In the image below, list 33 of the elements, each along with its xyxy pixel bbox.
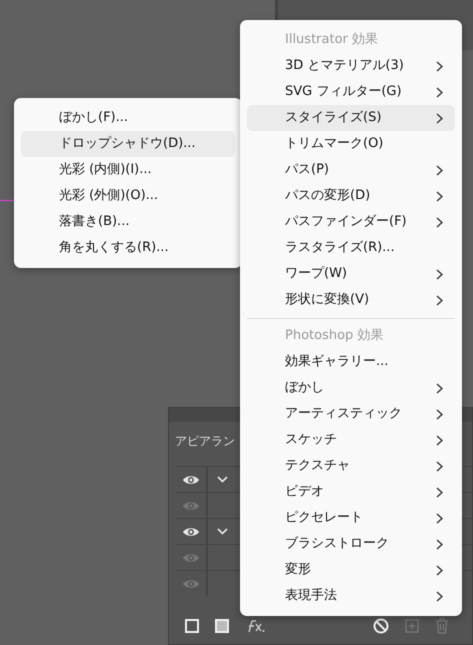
menu-item[interactable]: パスファインダー(F) [247, 209, 455, 235]
menu-item[interactable]: 効果ギャラリー... [247, 349, 455, 375]
menu-item[interactable]: ピクセレート [247, 505, 455, 531]
menu-item[interactable]: アーティスティック [247, 401, 455, 427]
menu-item[interactable]: 光彩 (内側)(I)... [21, 157, 235, 183]
menu-item[interactable]: ブラシストローク [247, 531, 455, 557]
menu-item[interactable]: 変形 [247, 557, 455, 583]
chevron-down-icon[interactable] [216, 528, 228, 535]
prohibited-icon[interactable] [373, 618, 389, 634]
menu-item[interactable]: スタイライズ(S) [247, 105, 455, 131]
chevron-down-icon[interactable] [216, 476, 228, 483]
menu-item[interactable]: 角を丸くする(R)... [21, 235, 235, 261]
menu-item[interactable]: 表現手法 [247, 583, 455, 609]
menu-item[interactable]: 落書き(B)... [21, 209, 235, 235]
menu-item[interactable]: 形状に変換(V) [247, 287, 455, 313]
menu-item[interactable]: 光彩 (外側)(O)... [21, 183, 235, 209]
menu-item[interactable]: ワープ(W) [247, 261, 455, 287]
menu-item[interactable]: スケッチ [247, 427, 455, 453]
panel-title: アピアラン [175, 434, 235, 448]
menu-section-header: Photoshop 効果 [284, 327, 384, 346]
menu-section-header: Illustrator 効果 [284, 31, 380, 50]
menu-item[interactable]: ぼかし(F)... [21, 105, 235, 131]
menu-item[interactable]: パスの変形(D) [247, 183, 455, 209]
menu-item[interactable]: ぼかし [247, 375, 455, 401]
menu-item[interactable]: テクスチャ [247, 453, 455, 479]
menu-item[interactable]: トリムマーク(O) [247, 131, 455, 157]
square-outline-icon[interactable] [185, 619, 199, 633]
menu-item[interactable]: 3D とマテリアル(3) [247, 53, 455, 79]
menu-item[interactable]: SVG フィルター(G) [247, 79, 455, 105]
menu-item[interactable]: ビデオ [247, 479, 455, 505]
menu-item[interactable]: パス(P) [247, 157, 455, 183]
menu-item[interactable]: ドロップシャドウ(D)... [21, 131, 235, 157]
menu-item[interactable]: ラスタライズ(R)... [247, 235, 455, 261]
